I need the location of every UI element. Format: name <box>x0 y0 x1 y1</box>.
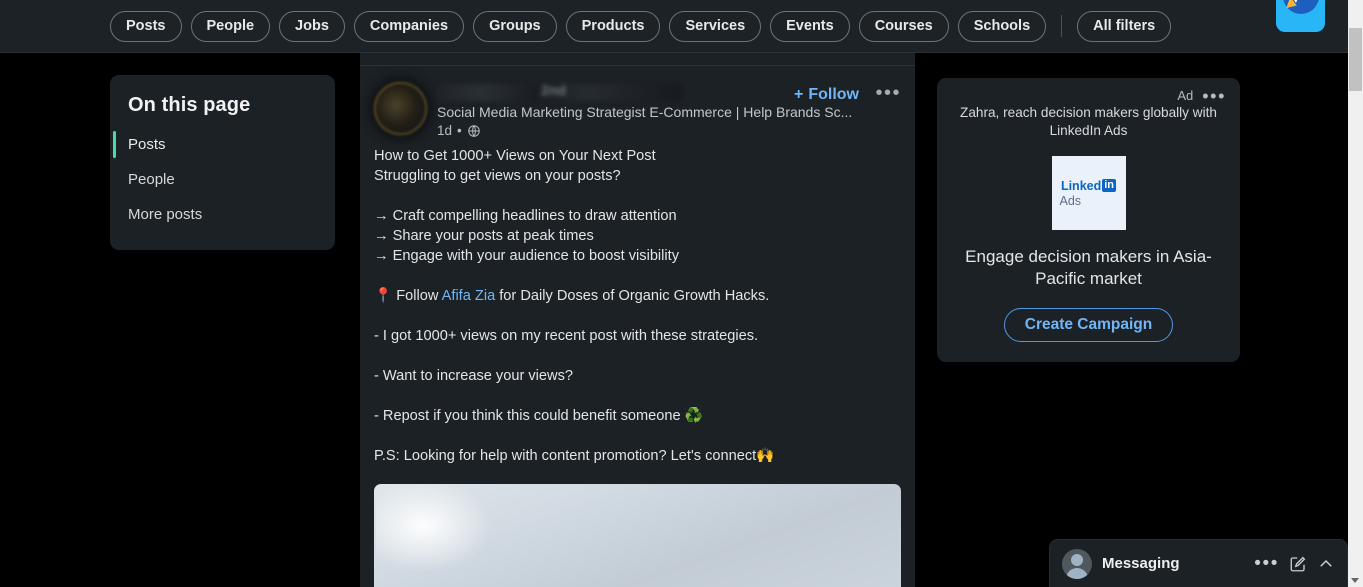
filter-pill-companies[interactable]: Companies <box>353 10 465 42</box>
post-image[interactable] <box>374 484 901 587</box>
ad-headline: Zahra, reach decision makers globally wi… <box>960 105 1217 138</box>
messaging-dock[interactable]: Messaging ••• <box>1049 539 1348 587</box>
logo-linked-text: Linked <box>1060 178 1102 193</box>
post-body: How to Get 1000+ Views on Your Next Post… <box>360 138 915 466</box>
logo-in-badge: in <box>1102 179 1117 192</box>
scrollbar-down-arrow[interactable] <box>1351 578 1359 583</box>
logo-ads-text: Ads <box>1059 193 1082 208</box>
post-time: 1d <box>437 123 453 138</box>
post-menu-button[interactable]: ••• <box>875 83 901 103</box>
scrollbar-thumb[interactable] <box>1349 28 1362 91</box>
author-headline: Social Media Marketing Strategist E-Comm… <box>437 104 853 120</box>
post-want-line: - Want to increase your views? <box>374 368 573 384</box>
on-this-page-card: On this page Posts People More posts <box>110 75 335 250</box>
follow-prefix-text: 📍 Follow <box>374 288 442 304</box>
post-line-2: Struggling to get views on your posts? <box>374 168 621 184</box>
post-spacer-6 <box>374 426 901 446</box>
post-spacer-1 <box>374 186 901 206</box>
filter-pill-products[interactable]: Products <box>565 10 661 42</box>
messaging-menu-button[interactable]: ••• <box>1254 554 1279 573</box>
messaging-compose-button[interactable] <box>1289 555 1307 573</box>
post-views-line: - I got 1000+ views on my recent post wi… <box>374 328 759 344</box>
logo-row: Linked in <box>1060 178 1117 193</box>
on-this-page-item-more-posts[interactable]: More posts <box>110 197 335 232</box>
avatar[interactable] <box>374 82 427 135</box>
search-filter-bar: Posts People Jobs Companies Groups Produ… <box>0 0 1348 53</box>
ad-card: Ad ••• Zahra, reach decision makers glob… <box>937 78 1240 362</box>
linkedin-ads-logo: Linked in Ads <box>1051 156 1126 230</box>
post-header: 2nd Social Media Marketing Strategist E-… <box>360 70 915 138</box>
messaging-collapse-button[interactable] <box>1317 555 1335 573</box>
on-this-page-item-people[interactable]: People <box>110 162 335 197</box>
post-repost-line: - Repost if you think this could benefit… <box>374 408 703 424</box>
mention-link[interactable]: Afifa Zia <box>442 288 496 304</box>
follow-label: Follow <box>808 86 859 103</box>
ad-menu-button[interactable]: ••• <box>1202 87 1226 105</box>
post-bullet-2: → Share your posts at peak times <box>374 228 594 244</box>
post-spacer-4 <box>374 346 901 366</box>
ad-header-row: Ad ••• <box>951 87 1226 105</box>
filter-pill-events[interactable]: Events <box>770 10 850 42</box>
post-bullet-1: → Craft compelling headlines to draw att… <box>374 208 677 224</box>
ad-label: Ad <box>1177 88 1194 103</box>
filter-divider <box>1061 15 1063 37</box>
cloud-highlight-1 <box>376 484 494 574</box>
filter-pill-services[interactable]: Services <box>669 10 762 42</box>
linkedin-search-results-page: Posts People Jobs Companies Groups Produ… <box>0 0 1363 587</box>
post-follow-line: 📍 Follow Afifa Zia for Daily Doses of Or… <box>374 286 901 306</box>
on-this-page-item-posts[interactable]: Posts <box>110 127 335 162</box>
post-bullet-3: → Engage with your audience to boost vis… <box>374 248 680 264</box>
filter-pill-groups[interactable]: Groups <box>473 10 557 42</box>
follow-suffix-text: for Daily Doses of Organic Growth Hacks. <box>495 288 770 304</box>
filter-pill-courses[interactable]: Courses <box>858 10 949 42</box>
filter-pill-people[interactable]: People <box>190 10 271 42</box>
all-filters-button[interactable]: All filters <box>1077 10 1172 42</box>
author-name-redacted[interactable]: 2nd <box>437 82 682 101</box>
messaging-avatar <box>1062 548 1092 579</box>
compose-icon <box>1290 556 1306 571</box>
post-spacer-5 <box>374 386 901 406</box>
ad-title: Engage decision makers in Asia-Pacific m… <box>965 247 1212 288</box>
notification-app-icon[interactable] <box>1276 0 1325 32</box>
create-campaign-button[interactable]: Create Campaign <box>1003 308 1174 342</box>
filter-pill-schools[interactable]: Schools <box>957 10 1047 42</box>
page-scrollbar[interactable] <box>1348 0 1363 587</box>
post-line-1: How to Get 1000+ Views on Your Next Post <box>374 148 656 164</box>
author-degree: 2nd <box>541 82 566 98</box>
follow-button[interactable]: + Follow <box>794 86 859 104</box>
feed-column: Like Comment Repost Send 2nd <box>360 0 915 587</box>
globe-icon <box>468 124 480 137</box>
meta-separator: • <box>457 123 462 138</box>
post-spacer-2 <box>374 266 901 286</box>
post-spacer-3 <box>374 306 901 326</box>
feed-post: 2nd Social Media Marketing Strategist E-… <box>360 70 915 587</box>
filter-pill-jobs[interactable]: Jobs <box>279 10 345 42</box>
messaging-title: Messaging <box>1102 555 1180 572</box>
post-ps-line: P.S: Looking for help with content promo… <box>374 448 775 464</box>
on-this-page-title: On this page <box>128 94 251 116</box>
filter-pill-posts[interactable]: Posts <box>110 10 182 42</box>
follow-plus-icon: + <box>794 86 804 103</box>
post-meta: 1d • <box>437 123 901 138</box>
chevron-up-icon <box>1320 559 1332 567</box>
